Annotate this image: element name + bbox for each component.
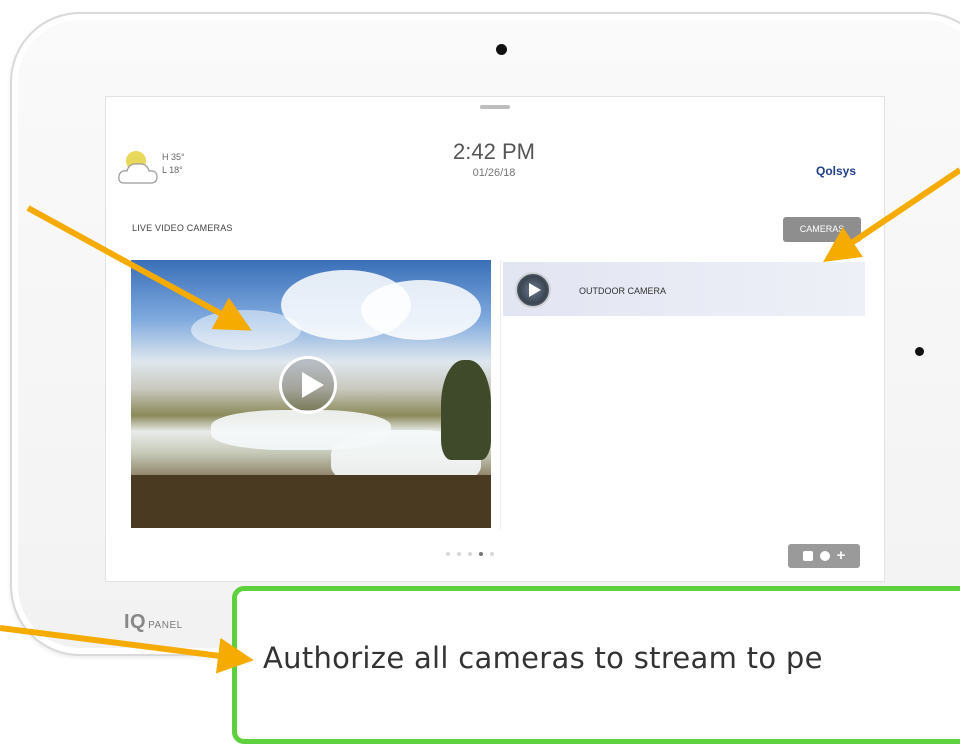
arrow-to-video xyxy=(26,205,252,331)
arrow-to-camera-list xyxy=(823,167,960,263)
arrow-to-callout xyxy=(0,625,254,674)
annotation-arrows xyxy=(0,167,960,674)
